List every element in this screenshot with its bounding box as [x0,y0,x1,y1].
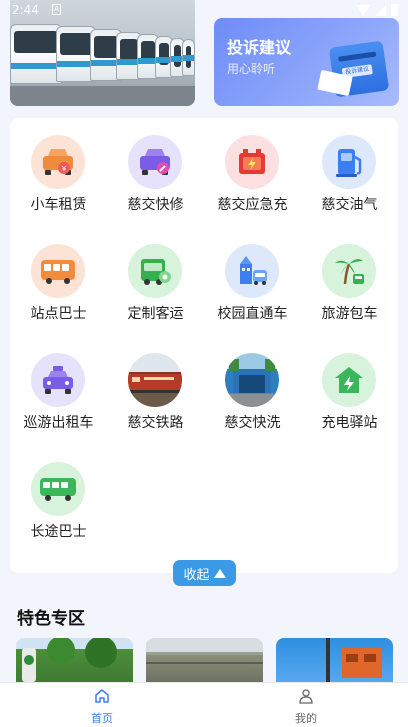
service-campus-shuttle[interactable]: 校园直通车 [204,227,301,327]
wifi-icon [356,4,370,16]
service-car-repair[interactable]: 慈交快修 [107,118,204,218]
tab-mine-label: 我的 [295,712,317,725]
collapse-label: 收起 [183,567,210,583]
service-label: 长途巴士 [30,524,87,540]
status-bar: 2:44 A [0,0,408,22]
service-label: 充电驿站 [321,415,378,431]
service-charging-station[interactable]: 充电驿站 [301,336,398,436]
status-icons [356,4,398,16]
car-wash-photo-icon [225,353,279,407]
service-label: 巡游出租车 [23,415,94,431]
service-car-wash[interactable]: 慈交快洗 [204,336,301,436]
signal-icon [375,4,386,16]
bottom-tab-bar: 首页 我的 [0,682,408,727]
status-time: 2:44 [12,3,39,17]
taxi-icon [31,353,85,407]
railway-photo-icon [128,353,182,407]
service-label: 慈交应急充 [217,197,288,213]
service-emergency-charge[interactable]: 慈交应急充 [204,118,301,218]
complaint-title: 投诉建议 [227,38,292,57]
tour-charter-icon [322,244,376,298]
tab-mine[interactable]: 我的 [204,683,408,727]
services-card: ¥ 小车租赁 慈交快修 慈交应急充 慈交油气 站点巴士 定制客运 校园直通车 旅… [10,118,398,573]
chevron-up-icon [213,568,226,578]
service-label: 慈交快修 [127,197,184,213]
field-photo-icon [146,652,263,664]
service-tour-charter[interactable]: 旅游包车 [301,227,398,327]
service-label: 定制客运 [127,306,184,322]
complaint-subtitle: 用心聆听 [227,62,276,76]
service-label: 慈交快洗 [224,415,281,431]
user-icon [299,689,313,704]
custom-transit-icon [128,244,182,298]
service-car-rental[interactable]: ¥ 小车租赁 [10,118,107,218]
tab-home-label: 首页 [91,712,113,725]
emergency-battery-icon [225,135,279,189]
car-rental-icon: ¥ [31,135,85,189]
bus-fleet-photo [10,24,195,84]
car-repair-icon [128,135,182,189]
featured-section-title: 特色专区 [17,609,85,629]
service-taxi[interactable]: 巡游出租车 [10,336,107,436]
crane-photo-icon [326,638,382,682]
service-fuel-gas[interactable]: 慈交油气 [301,118,398,218]
campus-shuttle-icon [225,244,279,298]
service-label: 站点巴士 [30,306,87,322]
collapse-button[interactable]: 收起 [173,560,236,586]
service-label: 旅游包车 [321,306,378,322]
service-custom-transit[interactable]: 定制客运 [107,227,204,327]
charging-station-icon [322,353,376,407]
service-long-distance-bus[interactable]: 长途巴士 [10,445,107,545]
service-railway[interactable]: 慈交铁路 [107,336,204,436]
park-photo-icon [22,638,117,682]
service-label: 慈交油气 [321,197,378,213]
svg-text:¥: ¥ [62,165,67,173]
complaint-banner[interactable]: 投诉建议 用心聆听 投诉建议 [214,18,399,106]
sim-icon: A [52,4,61,15]
service-label: 校园直通车 [217,306,288,322]
service-label: 小车租赁 [30,197,87,213]
battery-icon [391,4,398,16]
long-distance-bus-icon [31,462,85,516]
station-bus-icon [31,244,85,298]
featured-card-park[interactable] [16,638,133,682]
tab-home[interactable]: 首页 [0,683,204,727]
service-station-bus[interactable]: 站点巴士 [10,227,107,327]
home-icon [95,689,109,703]
fuel-station-icon [322,135,376,189]
service-label: 慈交铁路 [127,415,184,431]
featured-card-field[interactable] [146,638,263,682]
featured-card-crane[interactable] [276,638,393,682]
